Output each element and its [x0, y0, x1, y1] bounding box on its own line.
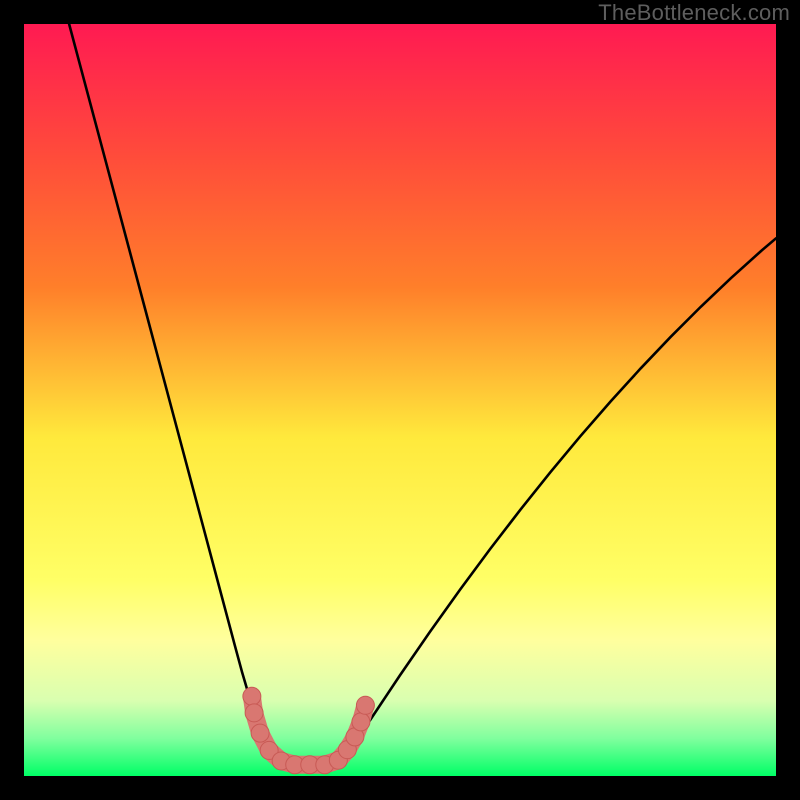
valley-bead — [243, 687, 261, 705]
valley-bead — [356, 696, 374, 714]
valley-bead — [352, 713, 370, 731]
valley-bead — [251, 724, 269, 742]
chart-frame: TheBottleneck.com — [0, 0, 800, 800]
gradient-background — [24, 24, 776, 776]
attribution-label: TheBottleneck.com — [598, 0, 790, 26]
bottleneck-curve-chart — [24, 24, 776, 776]
valley-bead — [245, 704, 263, 722]
plot-area — [24, 24, 776, 776]
